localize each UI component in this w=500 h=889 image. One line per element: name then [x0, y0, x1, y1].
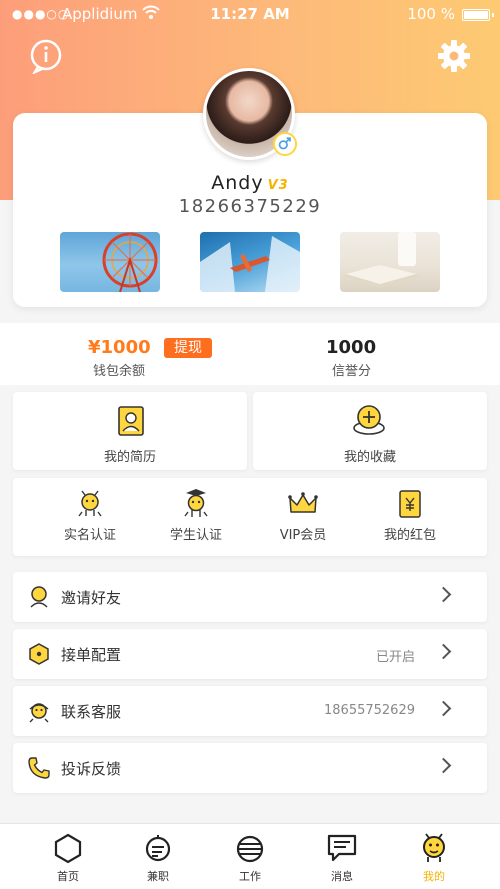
certification-panel: 实名认证 学生认证 VIP会员 我的红包: [13, 478, 487, 556]
gear-icon[interactable]: [436, 38, 472, 74]
battery-percent: 100 %: [407, 5, 455, 23]
student-cert-label: 学生认证: [169, 528, 222, 543]
menu-label: 接单配置: [61, 646, 122, 664]
tab-messages[interactable]: 消息: [312, 824, 372, 889]
info-icon[interactable]: [28, 38, 64, 74]
menu-value: 已开启: [375, 650, 415, 665]
red-envelope-button[interactable]: 我的红包: [373, 478, 447, 556]
service-icon: [29, 703, 49, 723]
battery-icon: [462, 9, 494, 21]
menu-item-customer-service[interactable]: 联系客服 18655752629: [13, 686, 487, 736]
part-time-icon: [145, 835, 171, 862]
crown-icon: [288, 492, 318, 513]
wallet-section: [0, 323, 500, 385]
hexagon-icon: [29, 643, 49, 665]
beehive-icon: [236, 835, 264, 863]
phone-icon: [28, 757, 50, 779]
ferris-wheel-photo[interactable]: [60, 232, 160, 292]
credit-score: 1000: [326, 337, 377, 358]
vip-badge: V3: [267, 178, 289, 193]
menu-value: 18655752629: [324, 703, 415, 718]
vip-member-label: VIP会员: [279, 528, 327, 543]
menu-label: 邀请好友: [61, 589, 122, 607]
bee-icon: [423, 833, 445, 862]
tab-mine[interactable]: 我的: [404, 824, 464, 889]
book-photo[interactable]: [340, 232, 440, 292]
home-hexagon-icon: [54, 833, 82, 864]
menu-item-feedback[interactable]: 投诉反馈: [13, 743, 487, 793]
student-cert-button[interactable]: 学生认证: [159, 478, 233, 556]
real-name-cert-button[interactable]: 实名认证: [53, 478, 127, 556]
bee-student-icon: [184, 489, 208, 517]
user-name: Andy: [211, 172, 264, 194]
chevron-right-icon: [435, 700, 452, 717]
invite-icon: [30, 586, 48, 608]
menu-item-invite[interactable]: 邀请好友: [13, 572, 487, 622]
tab-work[interactable]: 工作: [220, 824, 280, 889]
tab-part-time[interactable]: 兼职: [128, 824, 188, 889]
female-icon: [273, 132, 297, 156]
airplane-photo[interactable]: [200, 232, 300, 292]
tab-label: 首页: [57, 870, 79, 883]
withdraw-button[interactable]: 提现: [164, 338, 212, 358]
favorites-icon: [353, 405, 385, 435]
favorites-button[interactable]: 我的收藏: [253, 392, 487, 470]
status-bar: ●●●○○ Applidium 11:27 AM 100 %: [0, 0, 500, 28]
tab-bar: 首页 兼职 工作 消息 我的: [0, 823, 500, 889]
user-name-row: Andy V3: [0, 172, 500, 194]
resume-button[interactable]: 我的简历: [13, 392, 247, 470]
tab-label: 工作: [239, 870, 261, 883]
red-envelope-icon: [399, 490, 421, 518]
tab-label: 消息: [331, 870, 353, 883]
tab-label: 我的: [423, 870, 445, 883]
chevron-right-icon: [435, 757, 452, 774]
wallet-label: 钱包余额: [93, 364, 146, 379]
tab-home[interactable]: 首页: [38, 824, 98, 889]
favorites-label: 我的收藏: [343, 450, 396, 465]
chevron-right-icon: [435, 643, 452, 660]
message-icon: [327, 834, 357, 862]
resume-label: 我的简历: [103, 450, 156, 465]
red-envelope-label: 我的红包: [383, 528, 436, 543]
chevron-right-icon: [435, 586, 452, 603]
resume-icon: [118, 406, 144, 436]
menu-item-order-config[interactable]: 接单配置 已开启: [13, 629, 487, 679]
wallet-amount: ¥1000: [88, 337, 151, 358]
credit-label: 信誉分: [332, 364, 372, 379]
menu-label: 投诉反馈: [61, 760, 122, 778]
bee-id-icon: [78, 490, 102, 517]
real-name-cert-label: 实名认证: [63, 528, 116, 543]
user-phone: 18266375229: [178, 196, 322, 217]
vip-member-button[interactable]: VIP会员: [266, 478, 340, 556]
menu-label: 联系客服: [61, 703, 122, 721]
tab-label: 兼职: [147, 870, 169, 883]
